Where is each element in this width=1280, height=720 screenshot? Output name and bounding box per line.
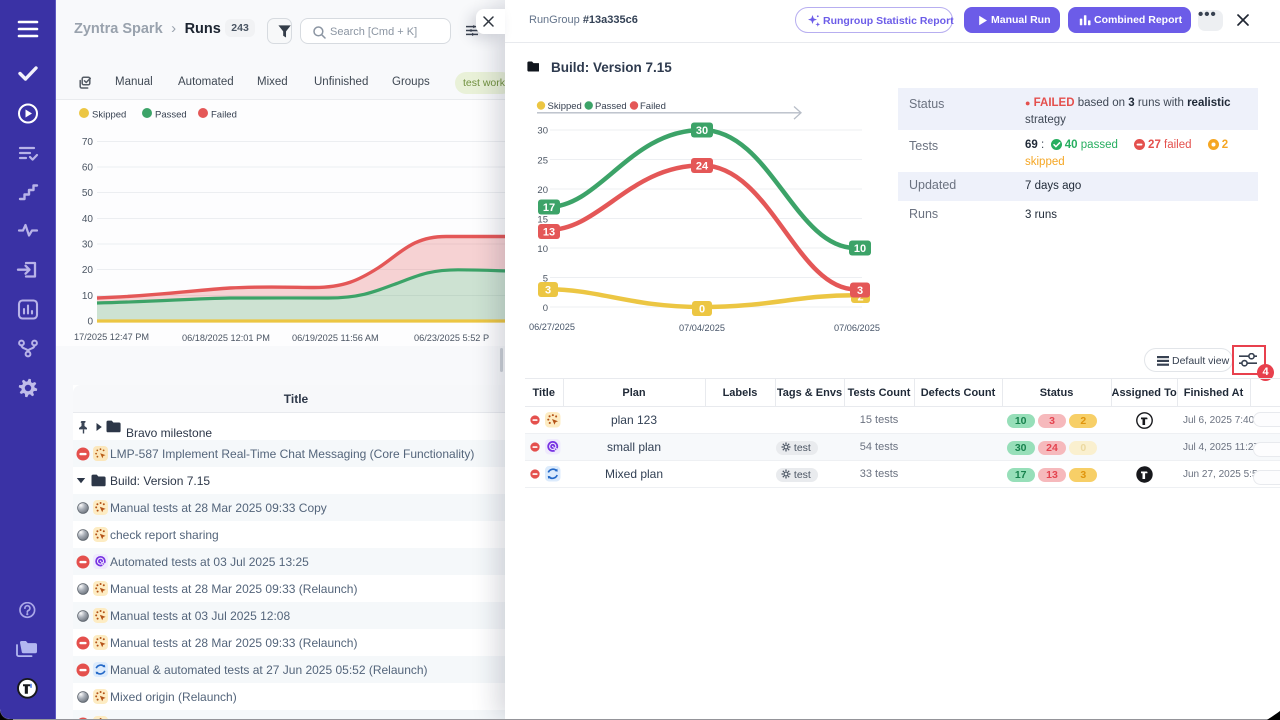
svg-text:50: 50 [82, 188, 94, 199]
svg-text:Passed: Passed [155, 110, 187, 121]
svg-text:Failed: Failed [211, 110, 237, 121]
svg-text:Skipped: Skipped [92, 110, 126, 121]
svg-text:06/18/2025 12:01 PM: 06/18/2025 12:01 PM [182, 333, 270, 343]
svg-text:10: 10 [537, 244, 548, 255]
svg-text:10: 10 [854, 243, 866, 255]
svg-text:0: 0 [543, 303, 548, 314]
svg-text:3: 3 [857, 285, 863, 297]
svg-text:3: 3 [545, 285, 551, 297]
svg-text:20: 20 [537, 185, 548, 196]
svg-text:Passed: Passed [595, 101, 627, 112]
svg-text:Failed: Failed [640, 101, 666, 112]
svg-text:Skipped: Skipped [548, 101, 582, 112]
svg-text:24: 24 [696, 161, 709, 173]
svg-text:06/19/2025 11:56 AM: 06/19/2025 11:56 AM [292, 333, 379, 343]
svg-text:06/23/2025 5:52 P: 06/23/2025 5:52 P [414, 333, 489, 343]
svg-text:30: 30 [537, 126, 548, 137]
svg-text:0: 0 [87, 317, 93, 328]
svg-text:60: 60 [82, 163, 94, 174]
svg-text:25: 25 [537, 156, 548, 167]
svg-text:30: 30 [696, 125, 708, 137]
svg-text:0: 0 [699, 304, 705, 316]
svg-text:15: 15 [537, 215, 548, 226]
svg-text:07/06/2025: 07/06/2025 [834, 323, 880, 333]
svg-text:20: 20 [82, 265, 94, 276]
svg-text:17/2025 12:47 PM: 17/2025 12:47 PM [74, 332, 149, 342]
svg-text:07/04/2025: 07/04/2025 [679, 323, 725, 333]
svg-text:13: 13 [543, 227, 555, 239]
svg-text:17: 17 [543, 202, 555, 214]
svg-text:30: 30 [82, 240, 94, 251]
svg-text:40: 40 [82, 214, 94, 225]
svg-text:70: 70 [82, 137, 94, 148]
svg-text:10: 10 [82, 291, 94, 302]
svg-text:06/27/2025: 06/27/2025 [529, 322, 575, 332]
